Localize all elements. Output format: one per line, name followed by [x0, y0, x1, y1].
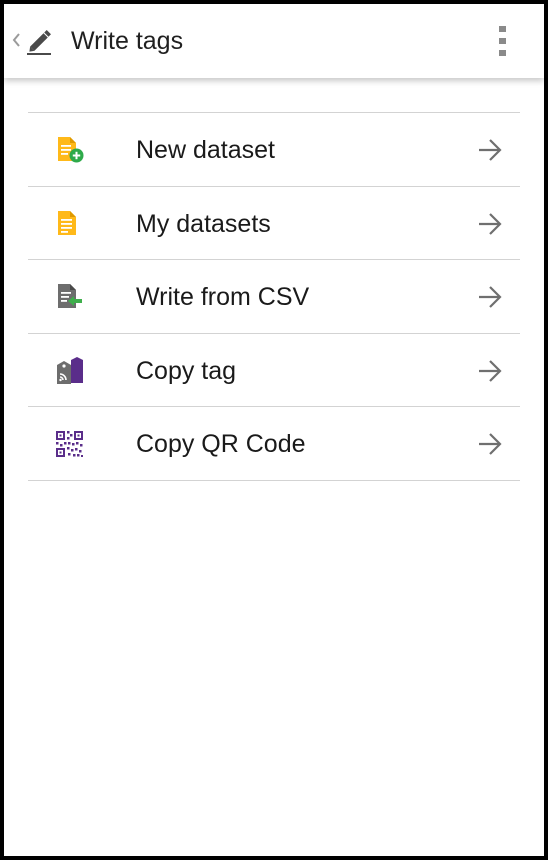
pencil-icon: [27, 30, 51, 55]
menu-item-copy-tag[interactable]: Copy tag: [28, 334, 520, 408]
menu-item-copy-qr-code[interactable]: Copy QR Code: [28, 407, 520, 481]
app-screen: Write tags New dataset My datasets Write…: [0, 0, 548, 860]
chevron-left-icon[interactable]: [10, 28, 22, 52]
document-import-icon: [58, 284, 82, 309]
document-icon: [58, 210, 76, 235]
menu-item-label: Write from CSV: [136, 283, 310, 312]
arrow-right-icon: [479, 360, 502, 382]
document-add-icon: [58, 137, 84, 163]
qr-code-icon: [56, 431, 83, 458]
page-title: Write tags: [71, 27, 184, 55]
arrow-right-icon: [479, 139, 502, 161]
menu-item-my-datasets[interactable]: My datasets: [28, 187, 520, 261]
arrow-right-icon: [479, 433, 502, 456]
app-bar: Write tags: [4, 4, 544, 78]
menu-item-label: Copy tag: [136, 356, 237, 385]
more-vertical-icon[interactable]: [497, 24, 509, 58]
tag-copy-icon: [57, 356, 83, 384]
menu-item-new-dataset[interactable]: New dataset: [28, 113, 520, 187]
arrow-right-icon: [479, 212, 502, 235]
arrow-right-icon: [479, 286, 502, 308]
write-options-list: New dataset My datasets Write from CSV C…: [28, 112, 520, 481]
menu-item-label: My datasets: [136, 209, 271, 238]
menu-item-write-from-csv[interactable]: Write from CSV: [28, 260, 520, 334]
menu-item-label: Copy QR Code: [136, 430, 306, 459]
menu-item-label: New dataset: [136, 136, 275, 164]
